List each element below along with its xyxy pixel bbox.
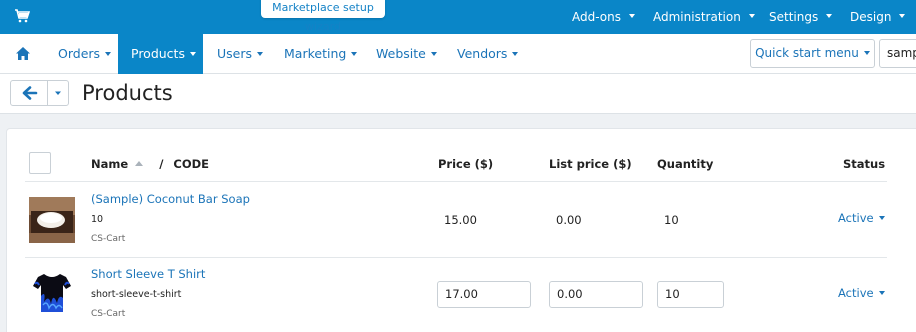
status-dropdown[interactable]: Active xyxy=(838,286,885,300)
status-dropdown[interactable]: Active xyxy=(838,211,885,225)
price-header[interactable]: Price ($) xyxy=(438,157,493,171)
nav-website[interactable]: Website xyxy=(365,34,448,74)
shopping-cart-icon[interactable] xyxy=(14,9,30,23)
nav-users-label: Users xyxy=(217,46,253,61)
quick-start-menu-label: Quick start menu xyxy=(755,46,859,60)
administration-menu-label: Administration xyxy=(653,10,741,24)
price-input[interactable]: 17.00 xyxy=(437,281,531,308)
nav-orders-label: Orders xyxy=(58,46,101,61)
status-label: Active xyxy=(838,211,874,225)
nav-orders[interactable]: Orders xyxy=(46,34,123,74)
name-code-header: Name / CODE xyxy=(91,157,209,171)
soap-image[interactable] xyxy=(29,197,75,243)
code-sort-header[interactable]: CODE xyxy=(173,157,209,171)
product-code: 10 xyxy=(91,214,104,225)
administration-menu[interactable]: Administration xyxy=(653,0,755,34)
chevron-down-icon xyxy=(55,91,61,95)
product-name-link[interactable]: Short Sleeve T Shirt xyxy=(91,267,205,281)
arrow-left-icon xyxy=(22,86,38,100)
product-name-link[interactable]: (Sample) Coconut Bar Soap xyxy=(91,192,250,206)
product-vendor: CS-Cart xyxy=(91,234,126,244)
settings-menu[interactable]: Settings xyxy=(769,0,833,34)
nav-website-label: Website xyxy=(376,46,426,61)
product-vendor: CS-Cart xyxy=(91,309,126,319)
quantity-header[interactable]: Quantity xyxy=(657,157,713,171)
page-header: Products xyxy=(0,74,916,114)
chevron-down-icon xyxy=(512,51,519,56)
nav-products[interactable]: Products xyxy=(118,34,203,74)
chevron-down-icon xyxy=(748,14,755,18)
chevron-down-icon xyxy=(430,51,437,56)
chevron-down-icon xyxy=(105,51,112,56)
row-divider xyxy=(25,181,887,182)
nav-products-label: Products xyxy=(131,46,185,61)
product-price: 15.00 xyxy=(444,213,477,227)
addons-menu-label: Add-ons xyxy=(572,10,621,24)
list-price-header[interactable]: List price ($) xyxy=(549,157,632,171)
product-quantity: 10 xyxy=(664,213,679,227)
select-all-checkbox[interactable] xyxy=(29,152,51,174)
row-divider xyxy=(25,257,887,258)
chevron-down-icon xyxy=(878,290,885,295)
back-button-group xyxy=(10,80,69,106)
chevron-down-icon xyxy=(826,14,833,18)
main-navigation: Orders Products Users Marketing Website … xyxy=(0,34,916,74)
nav-vendors-label: Vendors xyxy=(457,46,508,61)
nav-marketing[interactable]: Marketing xyxy=(273,34,368,74)
chevron-down-icon xyxy=(863,50,870,55)
search-input[interactable]: sample xyxy=(879,39,916,68)
name-sort-header[interactable]: Name xyxy=(91,157,128,171)
nav-users[interactable]: Users xyxy=(206,34,274,74)
chevron-down-icon xyxy=(628,14,635,18)
back-button[interactable] xyxy=(11,81,48,105)
addons-menu[interactable]: Add-ons xyxy=(572,0,635,34)
product-list-price: 0.00 xyxy=(556,213,582,227)
quick-start-menu-button[interactable]: Quick start menu xyxy=(750,39,875,68)
history-dropdown-button[interactable] xyxy=(48,81,68,105)
chevron-down-icon xyxy=(899,14,906,18)
nav-vendors[interactable]: Vendors xyxy=(446,34,529,74)
quantity-input[interactable]: 10 xyxy=(657,281,724,308)
design-menu[interactable]: Design xyxy=(850,0,906,34)
top-bar: Marketplace setup wizard Add-ons Adminis… xyxy=(0,0,916,34)
home-icon[interactable] xyxy=(16,47,30,60)
sort-ascending-icon xyxy=(135,161,144,166)
marketplace-setup-wizard-button[interactable]: Marketplace setup wizard xyxy=(261,0,385,33)
settings-menu-label: Settings xyxy=(769,10,819,24)
product-code: short-sleeve-t-shirt xyxy=(91,289,182,300)
chevron-down-icon xyxy=(878,215,885,220)
chevron-down-icon xyxy=(257,51,264,56)
list-price-input[interactable]: 0.00 xyxy=(549,281,643,308)
nav-marketing-label: Marketing xyxy=(284,46,347,61)
chevron-down-icon xyxy=(351,51,358,56)
page-title: Products xyxy=(82,81,173,105)
design-menu-label: Design xyxy=(850,10,892,24)
header-separator: / xyxy=(159,157,164,171)
status-label: Active xyxy=(838,286,874,300)
chevron-down-icon xyxy=(189,51,196,56)
status-header[interactable]: Status xyxy=(843,157,885,171)
tshirt-image[interactable] xyxy=(29,270,75,316)
